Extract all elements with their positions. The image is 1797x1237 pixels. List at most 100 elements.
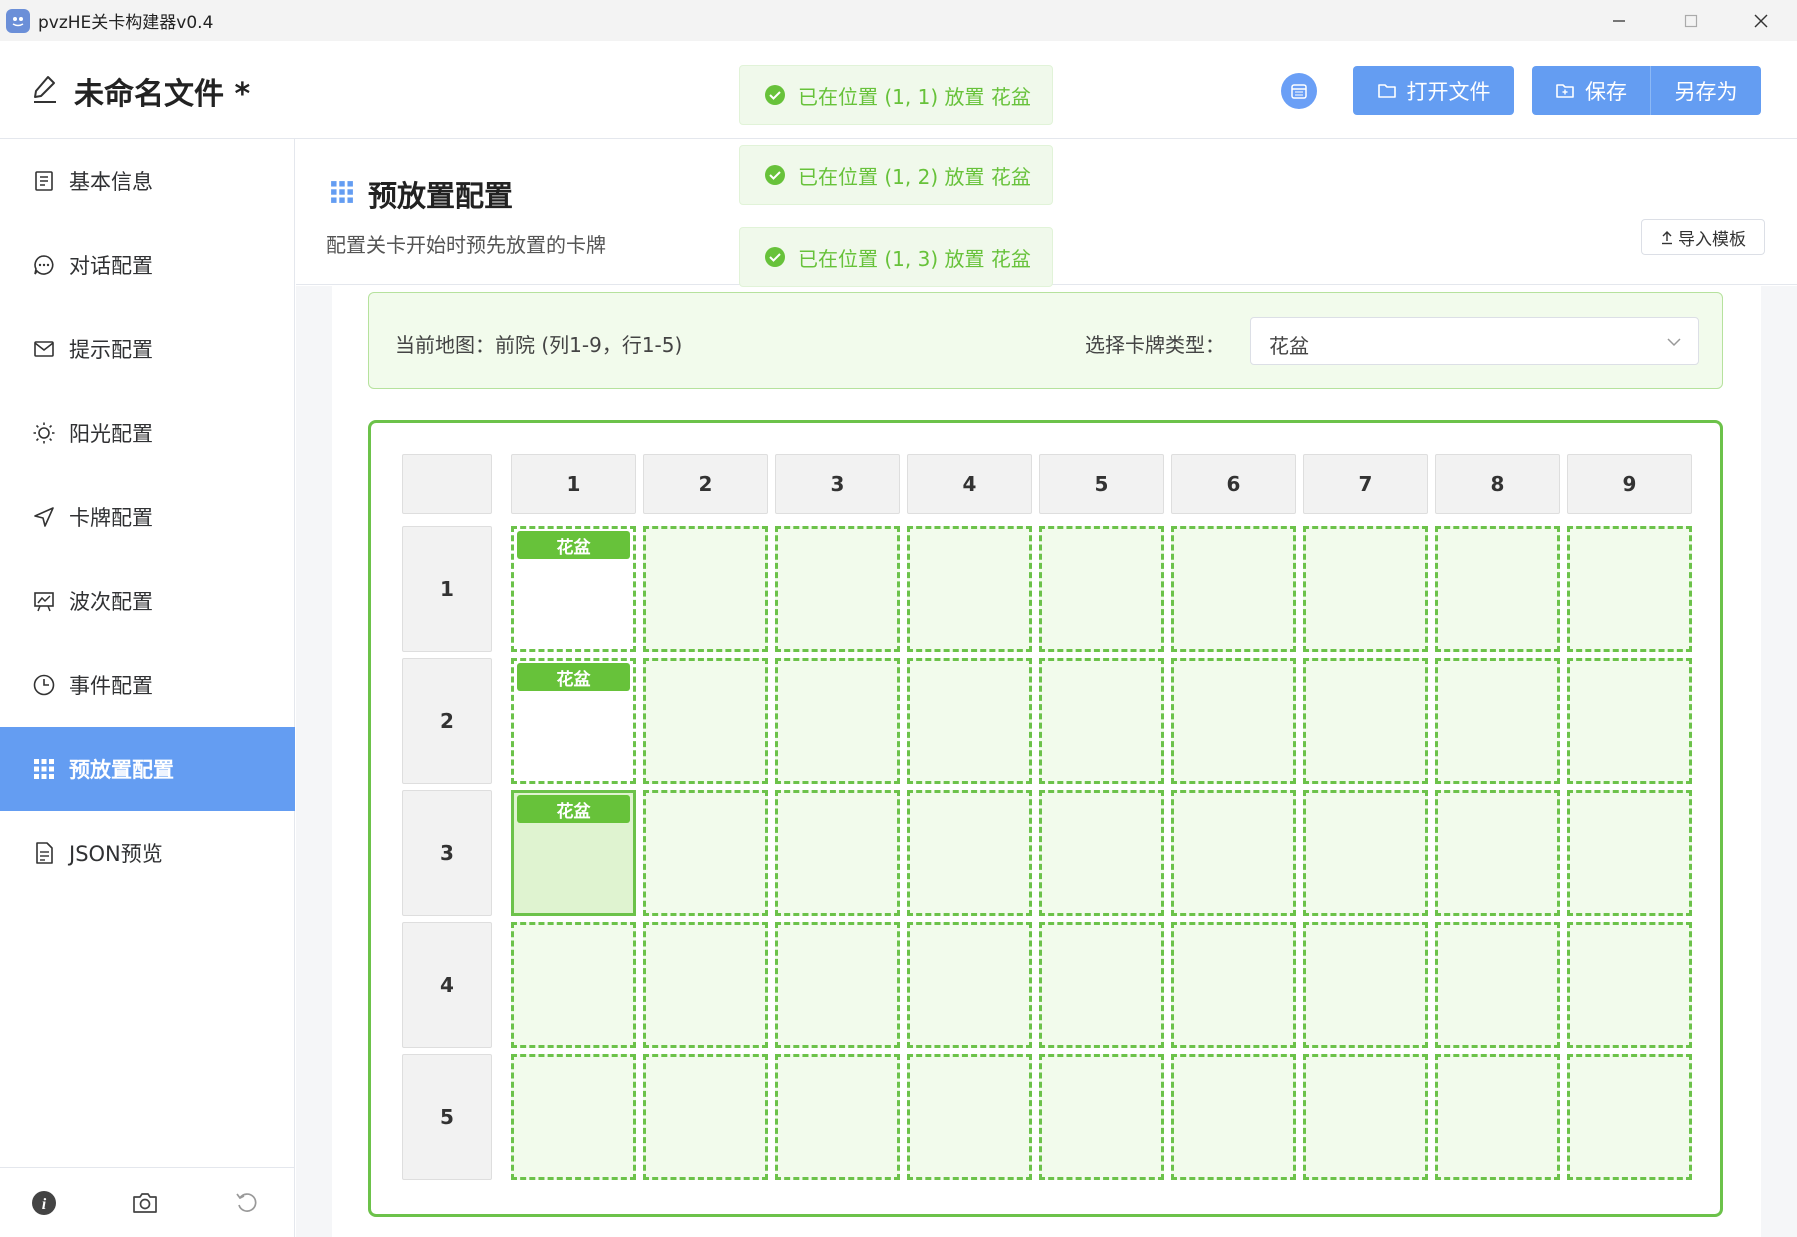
grid-cell[interactable] xyxy=(775,790,900,916)
import-template-label: 导入模板 xyxy=(1678,229,1746,250)
placed-card-tag[interactable]: 花盆 xyxy=(517,795,630,823)
sidebar-item-tips[interactable]: 提示配置 xyxy=(0,307,295,391)
sun-icon xyxy=(31,420,57,446)
grid-cell[interactable] xyxy=(1567,790,1692,916)
grid-cell[interactable] xyxy=(1435,1054,1560,1180)
grid-cell[interactable] xyxy=(511,922,636,1048)
grid-cell[interactable] xyxy=(1303,658,1428,784)
column-header: 4 xyxy=(907,454,1032,514)
grid-cell[interactable] xyxy=(907,1054,1032,1180)
grid-cell[interactable] xyxy=(775,1054,900,1180)
grid-cell[interactable] xyxy=(1303,1054,1428,1180)
save-as-label: 另存为 xyxy=(1674,79,1738,104)
save-label: 保存 xyxy=(1585,79,1627,104)
sidebar-item-dialog[interactable]: 对话配置 xyxy=(0,223,295,307)
document-icon xyxy=(31,168,57,194)
grid-cell[interactable] xyxy=(775,658,900,784)
grid-cell[interactable] xyxy=(1303,790,1428,916)
mail-icon xyxy=(31,336,57,362)
send-icon xyxy=(31,504,57,530)
open-file-button[interactable]: 打开文件 xyxy=(1353,66,1514,115)
grid-icon xyxy=(331,181,353,203)
grid-cell[interactable] xyxy=(643,658,768,784)
grid-cell[interactable] xyxy=(643,922,768,1048)
grid-cell[interactable] xyxy=(1567,1054,1692,1180)
edit-pen-icon xyxy=(34,76,56,103)
grid-corner xyxy=(402,454,492,514)
save-button[interactable]: 保存 xyxy=(1532,66,1650,115)
grid-cell[interactable] xyxy=(511,1054,636,1180)
grid-cell[interactable] xyxy=(907,922,1032,1048)
grid-cell[interactable] xyxy=(1171,526,1296,652)
success-toast: 已在位置 (1, 3) 放置 花盆 xyxy=(739,227,1053,287)
sidebar-item-json-preview[interactable]: JSON预览 xyxy=(0,811,295,895)
import-template-button[interactable]: 导入模板 xyxy=(1641,219,1765,255)
grid-cell[interactable]: 花盆 xyxy=(511,790,636,916)
grid-cell[interactable] xyxy=(907,526,1032,652)
grid-cell[interactable] xyxy=(1039,658,1164,784)
sidebar-item-preplace[interactable]: 预放置配置 xyxy=(0,727,295,811)
grid-cell[interactable] xyxy=(1171,922,1296,1048)
grid-cell[interactable] xyxy=(1567,922,1692,1048)
grid-icon xyxy=(31,756,57,782)
grid-cell[interactable] xyxy=(1039,922,1164,1048)
map-info-bar: 当前地图：前院 (列1-9，行1-5) 选择卡牌类型： 花盆 xyxy=(368,292,1723,389)
grid-cell[interactable] xyxy=(1039,526,1164,652)
grid-cell[interactable] xyxy=(1039,1054,1164,1180)
save-as-button[interactable]: 另存为 xyxy=(1651,66,1761,115)
info-icon[interactable]: i xyxy=(30,1189,58,1217)
placed-card-tag[interactable]: 花盆 xyxy=(517,663,630,691)
grid-cell[interactable] xyxy=(643,1054,768,1180)
sidebar-item-label: 对话配置 xyxy=(69,254,153,278)
title-bar: pvzHE关卡构建器v0.4 xyxy=(0,0,1797,41)
card-type-value: 花盆 xyxy=(1269,334,1309,358)
clock-icon xyxy=(31,672,57,698)
page-title: 预放置配置 xyxy=(368,179,514,213)
folder-add-icon xyxy=(1556,83,1574,98)
placed-card-tag[interactable]: 花盆 xyxy=(517,531,630,559)
sidebar-item-basic-info[interactable]: 基本信息 xyxy=(0,139,295,223)
grid-cell[interactable] xyxy=(1303,922,1428,1048)
grid-cell[interactable] xyxy=(907,658,1032,784)
maximize-button[interactable] xyxy=(1655,0,1727,41)
refresh-icon[interactable] xyxy=(233,1189,261,1217)
placement-grid: 1 2 3 4 5 6 7 8 9 1 花盆 2 花盆 3 花盆 4 5 xyxy=(368,420,1723,1217)
sidebar-item-waves[interactable]: 波次配置 xyxy=(0,559,295,643)
card-type-select[interactable]: 花盆 xyxy=(1250,317,1699,365)
sidebar-item-events[interactable]: 事件配置 xyxy=(0,643,295,727)
grid-cell[interactable] xyxy=(1435,790,1560,916)
grid-cell[interactable] xyxy=(1171,790,1296,916)
grid-cell[interactable] xyxy=(775,922,900,1048)
grid-cell[interactable] xyxy=(1039,790,1164,916)
grid-cell[interactable] xyxy=(643,790,768,916)
grid-cell[interactable] xyxy=(1435,922,1560,1048)
grid-cell[interactable]: 花盆 xyxy=(511,658,636,784)
calendar-button[interactable] xyxy=(1281,73,1317,109)
grid-cell[interactable] xyxy=(1171,1054,1296,1180)
minimize-button[interactable] xyxy=(1583,0,1655,41)
sidebar-item-label: JSON预览 xyxy=(69,842,163,866)
sidebar-item-label: 波次配置 xyxy=(69,590,153,614)
sidebar-item-sun[interactable]: 阳光配置 xyxy=(0,391,295,475)
column-header: 6 xyxy=(1171,454,1296,514)
grid-cell[interactable] xyxy=(1303,526,1428,652)
grid-cell[interactable] xyxy=(1171,658,1296,784)
window-title: pvzHE关卡构建器v0.4 xyxy=(38,13,214,33)
check-circle-icon xyxy=(765,85,785,105)
close-button[interactable] xyxy=(1725,0,1797,41)
grid-cell[interactable] xyxy=(1567,658,1692,784)
grid-cell[interactable]: 花盆 xyxy=(511,526,636,652)
app-icon xyxy=(6,8,30,33)
sidebar-item-label: 事件配置 xyxy=(69,674,153,698)
camera-icon[interactable] xyxy=(131,1189,159,1217)
grid-cell[interactable] xyxy=(1435,526,1560,652)
grid-cell[interactable] xyxy=(1435,658,1560,784)
grid-cell[interactable] xyxy=(775,526,900,652)
upload-icon xyxy=(1662,231,1672,245)
grid-cell[interactable] xyxy=(907,790,1032,916)
grid-cell[interactable] xyxy=(643,526,768,652)
grid-cell[interactable] xyxy=(1567,526,1692,652)
sidebar-item-label: 基本信息 xyxy=(69,170,153,194)
sidebar-item-cards[interactable]: 卡牌配置 xyxy=(0,475,295,559)
row-header: 3 xyxy=(402,790,492,916)
